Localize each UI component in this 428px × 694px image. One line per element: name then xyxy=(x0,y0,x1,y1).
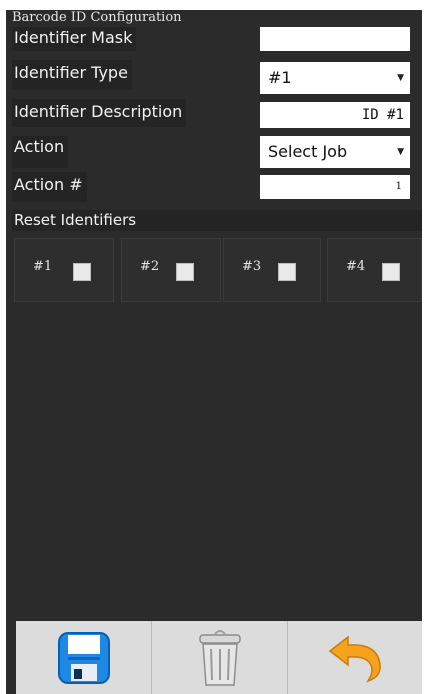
identifier-type-value: #1 xyxy=(268,68,292,87)
trash-icon xyxy=(198,629,241,686)
undo-button[interactable] xyxy=(288,621,422,694)
identifier-type-label: Identifier Type xyxy=(12,60,132,90)
reset-cell-label: #2 xyxy=(140,259,160,274)
undo-icon xyxy=(328,634,381,682)
panel-title: Barcode ID Configuration xyxy=(12,10,182,25)
action-number-input[interactable]: 1 xyxy=(260,175,410,199)
chevron-down-icon: ▼ xyxy=(397,147,404,157)
identifier-type-select[interactable]: #1 ▼ xyxy=(260,62,410,94)
action-number-label: Action # xyxy=(12,172,87,202)
identifier-description-label: Identifier Description xyxy=(12,99,187,127)
save-icon xyxy=(57,631,110,684)
save-button[interactable] xyxy=(16,621,152,694)
reset-cell-2[interactable]: #2 xyxy=(121,238,221,302)
bottom-toolbar xyxy=(16,621,422,694)
reset-checkbox-1[interactable] xyxy=(73,263,91,281)
delete-button[interactable] xyxy=(152,621,288,694)
identifier-mask-row: Identifier Mask xyxy=(12,27,422,57)
identifier-description-row: Identifier Description ID #1 xyxy=(12,99,422,129)
reset-checkbox-4[interactable] xyxy=(382,263,400,281)
reset-checkbox-2[interactable] xyxy=(176,263,194,281)
action-row: Action Select Job ▼ xyxy=(12,136,422,168)
reset-cell-label: #1 xyxy=(33,259,53,274)
reset-identifiers-title: Reset Identifiers xyxy=(12,210,422,231)
reset-cell-1[interactable]: #1 xyxy=(14,238,114,302)
identifier-mask-input[interactable] xyxy=(260,27,410,51)
reset-cell-4[interactable]: #4 xyxy=(327,238,422,302)
action-label: Action xyxy=(12,136,69,168)
reset-cell-label: #4 xyxy=(346,259,366,274)
chevron-down-icon: ▼ xyxy=(397,73,404,83)
reset-cell-3[interactable]: #3 xyxy=(223,238,321,302)
reset-checkbox-3[interactable] xyxy=(278,263,296,281)
reset-identifiers-grid: #1 #2 #3 #4 xyxy=(14,238,422,302)
identifier-description-input[interactable]: ID #1 xyxy=(260,102,410,128)
reset-cell-label: #3 xyxy=(242,259,262,274)
identifier-type-row: Identifier Type #1 ▼ xyxy=(12,59,422,94)
action-value: Select Job xyxy=(268,142,348,161)
action-number-row: Action # 1 xyxy=(12,172,422,202)
action-select[interactable]: Select Job ▼ xyxy=(260,136,410,168)
identifier-mask-label: Identifier Mask xyxy=(12,27,137,51)
